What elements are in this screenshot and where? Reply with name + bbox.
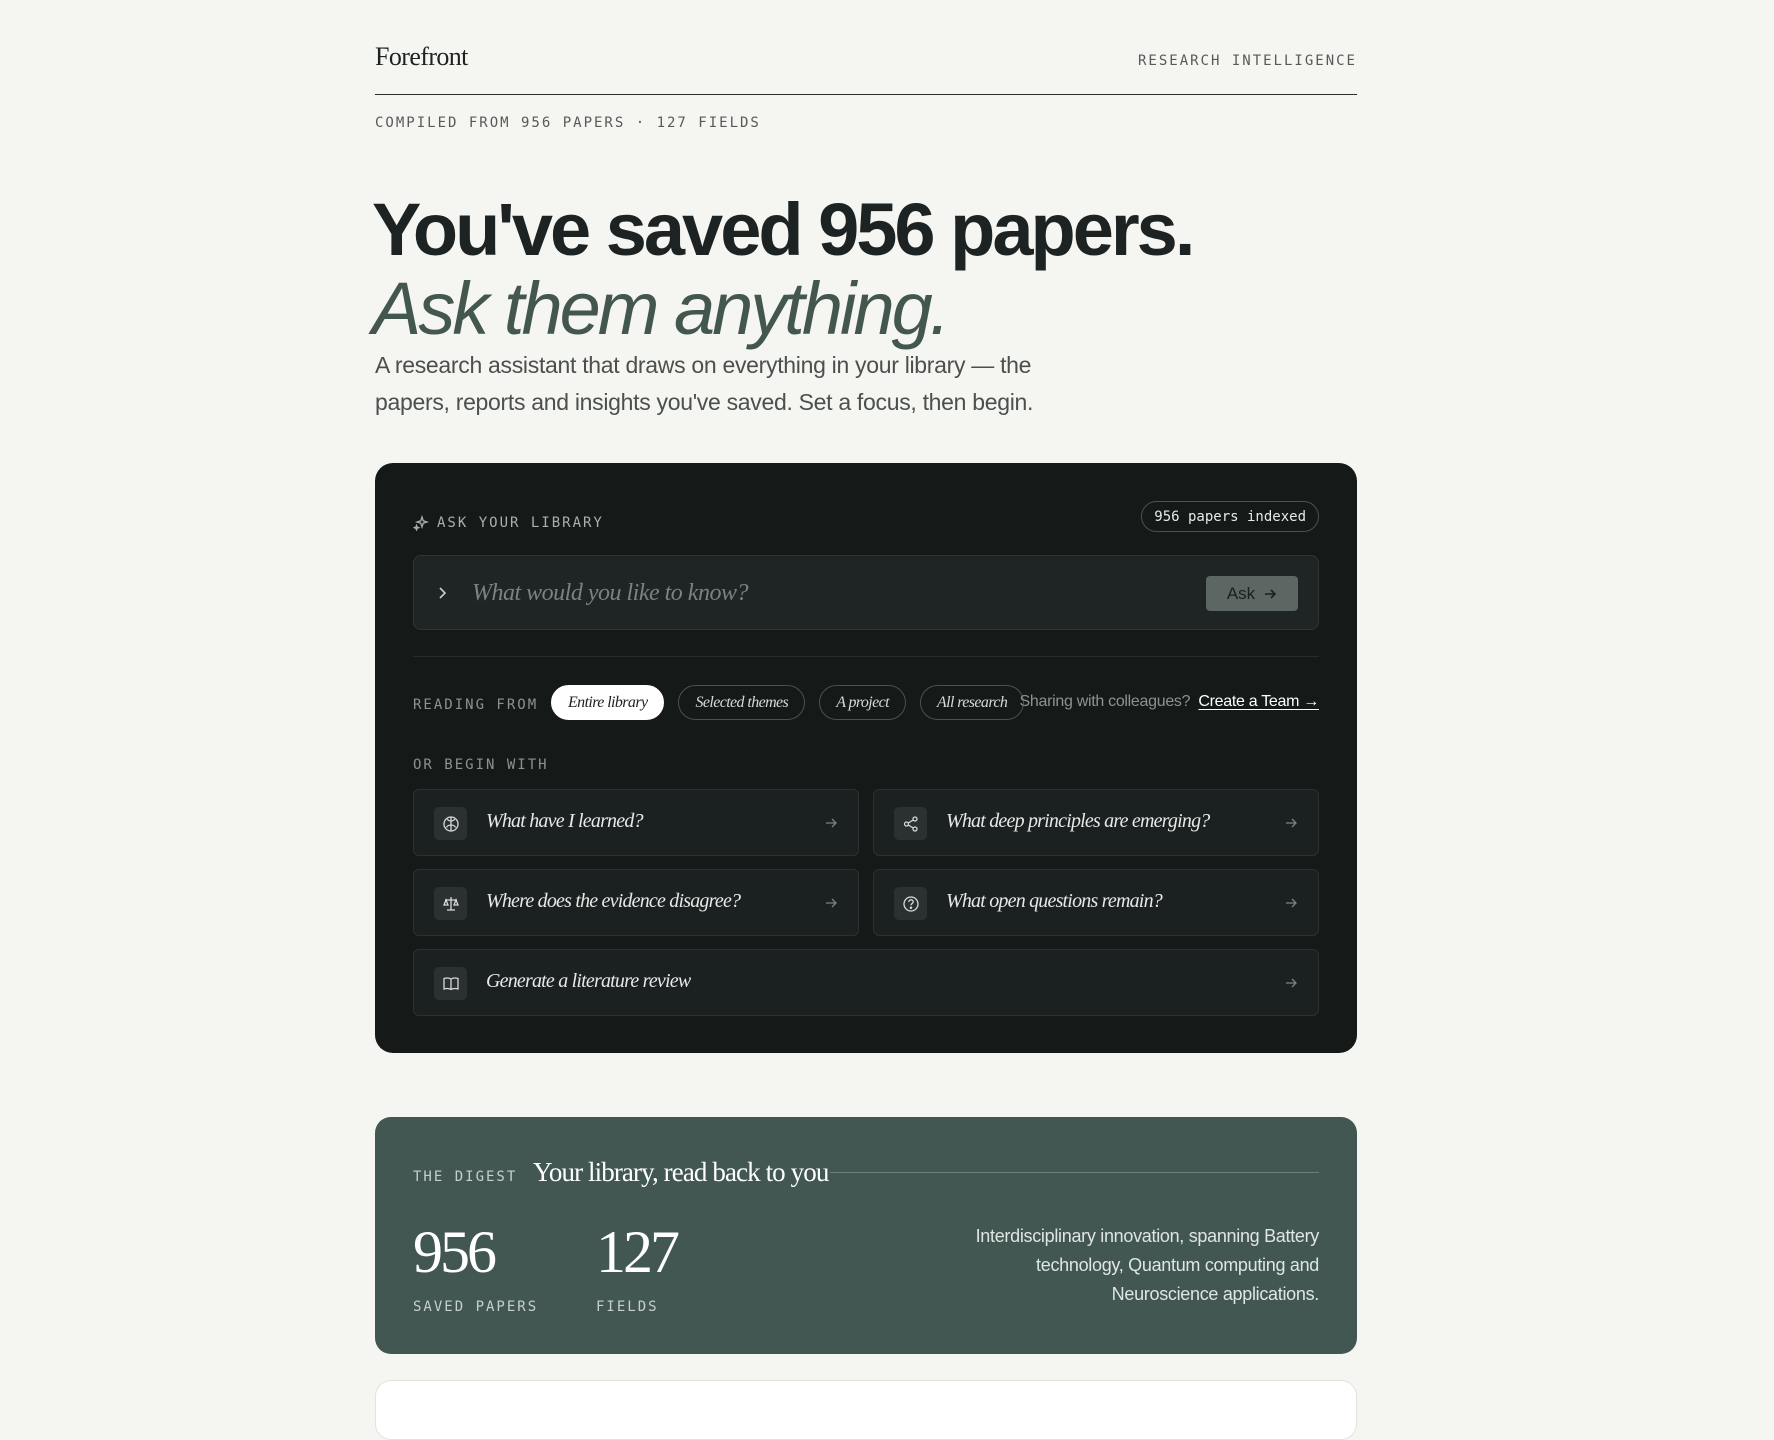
prompt-deep-principles[interactable]: What deep principles are emerging? xyxy=(873,789,1319,856)
scope-chip-a-project[interactable]: A project xyxy=(819,685,906,720)
ask-library-panel: ASK YOUR LIBRARY 956 papers indexed Ask … xyxy=(375,463,1357,1053)
sharing-text: Sharing with colleagues? xyxy=(1019,693,1191,710)
brand-tagline: RESEARCH INTELLIGENCE xyxy=(1137,53,1357,69)
prompt-label: What open questions remain? xyxy=(946,890,1163,912)
brain-icon xyxy=(442,815,459,832)
scope-chip-all-research[interactable]: All research xyxy=(920,685,1025,720)
query-box: Ask xyxy=(413,555,1319,630)
prompt-evidence-disagree[interactable]: Where does the evidence disagree? xyxy=(413,869,859,936)
digest-summary: Interdisciplinary innovation, spanning B… xyxy=(975,1226,1320,1304)
stat-saved-papers-value: 956 xyxy=(413,1219,497,1285)
prompt-icon-box xyxy=(434,887,467,920)
arrow-right-icon xyxy=(1286,898,1297,908)
arrow-right-icon xyxy=(1286,818,1297,828)
arrow-right-icon xyxy=(826,898,837,908)
scope-chip-selected-themes[interactable]: Selected themes xyxy=(678,685,806,720)
digest-divider xyxy=(830,1172,1319,1173)
compiled-summary: COMPILED FROM 956 PAPERS · 127 FIELDS xyxy=(375,115,761,131)
scale-icon xyxy=(442,896,459,911)
scope-chips: Entire library Selected themes A project… xyxy=(551,685,1025,720)
divider xyxy=(413,656,1319,657)
stat-fields-value: 127 xyxy=(596,1219,680,1285)
reading-from-label: READING FROM xyxy=(413,697,539,713)
prompt-label: Generate a literature review xyxy=(486,970,691,992)
ask-library-label: ASK YOUR LIBRARY xyxy=(437,515,604,531)
prompt-icon-box xyxy=(434,807,467,840)
hero-description: A research assistant that draws on every… xyxy=(375,352,1034,415)
digest-label: THE DIGEST xyxy=(413,1169,518,1185)
next-section-card xyxy=(375,1380,1357,1440)
arrow-right-icon xyxy=(826,818,837,828)
prompt-icon-box xyxy=(434,967,467,1000)
query-input[interactable] xyxy=(472,574,1172,612)
question-circle-icon xyxy=(902,895,919,912)
hero-subheadline: Ask them anything. xyxy=(372,267,950,350)
arrow-right-icon xyxy=(1265,588,1277,599)
ask-button[interactable]: Ask xyxy=(1206,576,1298,611)
prompt-icon-box xyxy=(894,887,927,920)
prompt-label: What have I learned? xyxy=(486,810,644,832)
prompt-label: Where does the evidence disagree? xyxy=(486,890,741,912)
chevron-right-icon xyxy=(439,587,447,599)
arrow-right-icon xyxy=(1286,978,1297,988)
prompt-open-questions[interactable]: What open questions remain? xyxy=(873,869,1319,936)
begin-with-label: OR BEGIN WITH xyxy=(413,757,549,773)
open-book-icon xyxy=(442,976,459,990)
share-nodes-icon xyxy=(903,815,918,832)
indexed-count-badge: 956 papers indexed xyxy=(1141,501,1319,532)
prompt-what-have-i-learned[interactable]: What have I learned? xyxy=(413,789,859,856)
sparkle-icon xyxy=(413,515,429,531)
ask-button-label: Ask xyxy=(1226,583,1256,603)
create-team-link[interactable]: Create a Team → xyxy=(1198,693,1319,710)
scope-chip-entire-library[interactable]: Entire library xyxy=(551,685,665,720)
ask-library-heading: ASK YOUR LIBRARY xyxy=(413,515,604,531)
prompt-label: What deep principles are emerging? xyxy=(946,810,1210,832)
stat-fields-label: FIELDS xyxy=(596,1299,659,1315)
top-bar: Forefront RESEARCH INTELLIGENCE xyxy=(375,0,1357,95)
stat-saved-papers-label: SAVED PAPERS xyxy=(413,1299,539,1315)
digest-title: Your library, read back to you xyxy=(533,1157,829,1187)
hero-headline: You've saved 956 papers. xyxy=(372,188,1195,271)
digest-panel: THE DIGEST Your library, read back to yo… xyxy=(375,1117,1357,1354)
sharing-prompt: Sharing with colleagues? Create a Team → xyxy=(1019,693,1320,711)
prompt-icon-box xyxy=(894,807,927,840)
page: Forefront RESEARCH INTELLIGENCE COMPILED… xyxy=(372,0,1357,1440)
brand-logo[interactable]: Forefront xyxy=(375,42,468,72)
prompt-literature-review[interactable]: Generate a literature review xyxy=(413,949,1319,1016)
